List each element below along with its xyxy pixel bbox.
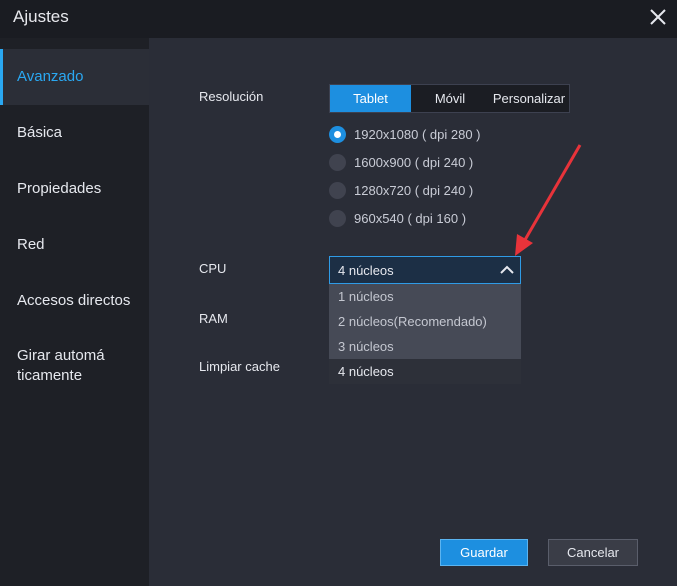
cpu-label: CPU — [199, 261, 227, 276]
sidebar-item-propiedades[interactable]: Propiedades — [0, 161, 149, 217]
cpu-option-3[interactable]: 3 núcleos — [329, 334, 521, 359]
resolution-option-1600x900[interactable]: 1600x900 ( dpi 240 ) — [329, 152, 473, 172]
tab-label: Tablet — [353, 91, 388, 106]
sidebar-item-label: Accesos directos — [17, 292, 131, 309]
sidebar-item-label: Red — [17, 236, 45, 253]
cpu-option-4[interactable]: 4 núcleos — [329, 359, 521, 384]
save-button[interactable]: Guardar — [440, 539, 528, 566]
tab-movil[interactable]: Móvil — [411, 85, 489, 112]
cpu-dropdown: 1 núcleos 2 núcleos(Recomendado) 3 núcle… — [329, 284, 521, 384]
radio-button[interactable] — [329, 181, 346, 199]
radio-label: 960x540 ( dpi 160 ) — [354, 210, 467, 226]
sidebar-item-red[interactable]: Red — [0, 217, 149, 273]
radio-label: 1280x720 ( dpi 240 ) — [354, 182, 474, 198]
close-icon[interactable] — [645, 4, 671, 30]
window-title: Ajustes — [13, 7, 69, 26]
sidebar-item-label: Avanzado — [17, 68, 84, 85]
chevron-up-icon — [500, 263, 514, 277]
cpu-select[interactable]: 4 núcleos — [329, 256, 521, 284]
resolution-label: Resolución — [199, 89, 264, 104]
resolution-option-960x540[interactable]: 960x540 ( dpi 160 ) — [329, 208, 466, 228]
sidebar-item-girar-automaticamente[interactable]: Girar automá ticamente — [0, 336, 118, 396]
radio-button-checked[interactable] — [329, 125, 346, 143]
ram-label: RAM — [199, 311, 228, 326]
tab-personalizar[interactable]: Personalizar — [489, 85, 569, 112]
sidebar-item-label: Básica — [17, 124, 63, 141]
clear-cache-label: Limpiar cache — [199, 359, 280, 374]
tab-label: Móvil — [434, 91, 466, 106]
tab-tablet[interactable]: Tablet — [330, 85, 411, 112]
sidebar-item-avanzado[interactable]: Avanzado — [0, 49, 149, 105]
cancel-button[interactable]: Cancelar — [548, 539, 638, 566]
tab-label: Personalizar — [492, 91, 566, 106]
title-bar: Ajustes — [0, 0, 677, 38]
resolution-option-1920x1080[interactable]: 1920x1080 ( dpi 280 ) — [329, 124, 480, 144]
sidebar: Avanzado Básica Propiedades Red Accesos … — [0, 38, 149, 586]
cancel-button-label: Cancelar — [566, 545, 620, 560]
cpu-option-1[interactable]: 1 núcleos — [329, 284, 521, 309]
save-button-label: Guardar — [460, 545, 508, 560]
sidebar-item-label: Propiedades — [17, 180, 102, 197]
option-label: 1 núcleos — [338, 289, 394, 304]
option-label: 2 núcleos(Recomendado) — [338, 314, 487, 329]
cpu-select-value: 4 núcleos — [338, 262, 394, 278]
radio-label: 1920x1080 ( dpi 280 ) — [354, 126, 481, 142]
option-label: 4 núcleos — [338, 364, 394, 379]
resolution-option-1280x720[interactable]: 1280x720 ( dpi 240 ) — [329, 180, 473, 200]
sidebar-item-accesos-directos[interactable]: Accesos directos — [0, 273, 149, 329]
radio-button[interactable] — [329, 153, 346, 171]
option-label: 3 núcleos — [338, 339, 394, 354]
sidebar-item-label: Girar automá ticamente — [17, 347, 105, 384]
cpu-option-2[interactable]: 2 núcleos(Recomendado) — [329, 309, 521, 334]
radio-button[interactable] — [329, 209, 346, 227]
radio-label: 1600x900 ( dpi 240 ) — [354, 154, 474, 170]
sidebar-item-basica[interactable]: Básica — [0, 105, 149, 161]
resolution-tabs: Tablet Móvil Personalizar — [329, 84, 570, 113]
